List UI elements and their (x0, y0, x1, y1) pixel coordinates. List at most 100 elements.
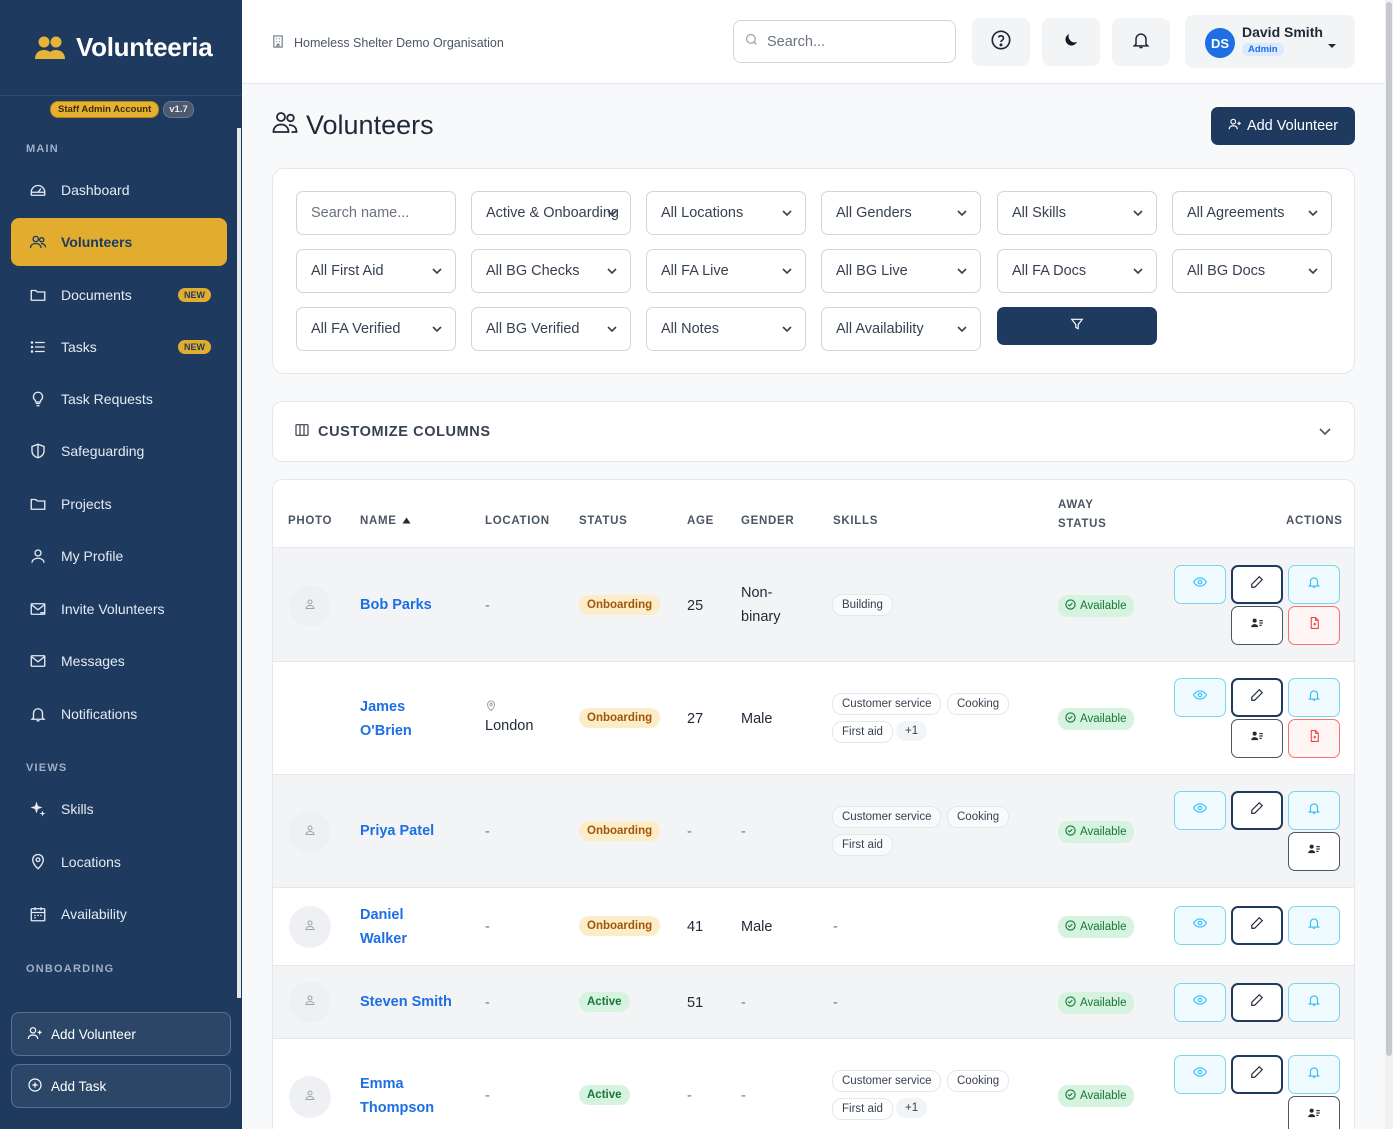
notify-button[interactable] (1288, 983, 1340, 1022)
edit-button[interactable] (1231, 1055, 1283, 1094)
sidebar-item-volunteers[interactable]: Volunteers (11, 218, 227, 266)
bell-icon (1307, 575, 1321, 594)
notifications-button[interactable] (1112, 18, 1170, 66)
user-icon (304, 918, 316, 936)
organisation-label: Homeless Shelter Demo Organisation (272, 35, 504, 51)
name-search-input[interactable]: Search name... (296, 191, 456, 235)
bg-verified-filter[interactable]: All BG Verified (471, 307, 631, 351)
documents-button[interactable] (1288, 606, 1340, 645)
list-icon (28, 337, 48, 357)
view-button[interactable] (1174, 565, 1226, 604)
bg-checks-filter[interactable]: All BG Checks (471, 249, 631, 293)
brand[interactable]: Volunteeria (0, 0, 242, 96)
header-name[interactable]: NAME (360, 515, 411, 527)
volunteer-name-link[interactable]: James O'Brien (360, 695, 412, 743)
sidebar-item-availability[interactable]: Availability (11, 890, 227, 938)
avatar-placeholder (289, 585, 331, 627)
sidebar-item-notifications[interactable]: Notifications (11, 690, 227, 738)
header-away-status: AWAY STATUS (1058, 496, 1107, 534)
view-button[interactable] (1174, 1055, 1226, 1094)
edit-button[interactable] (1231, 906, 1283, 945)
fa-verified-filter[interactable]: All FA Verified (296, 307, 456, 351)
check-circle-icon (1065, 712, 1076, 726)
dashboard-icon (28, 180, 48, 200)
nav-label: Locations (61, 854, 121, 870)
sidebar-add-volunteer-button[interactable]: Add Volunteer (11, 1012, 231, 1056)
volunteer-name-link[interactable]: Emma Thompson (360, 1072, 434, 1120)
sidebar-item-task-requests[interactable]: Task Requests (11, 375, 227, 423)
edit-button[interactable] (1231, 791, 1283, 830)
notes-filter[interactable]: All Notes (646, 307, 806, 351)
sidebar-item-my-profile[interactable]: My Profile (11, 532, 227, 580)
apply-filter-button[interactable] (997, 307, 1157, 345)
skills-cell: - (833, 995, 838, 1011)
notify-button[interactable] (1288, 906, 1340, 945)
more-skills-tag[interactable]: +1 (896, 1098, 928, 1118)
pencil-icon (1250, 1065, 1264, 1084)
add-volunteer-button[interactable]: Add Volunteer (1211, 107, 1355, 145)
customize-columns-toggle[interactable]: CUSTOMIZE COLUMNS (272, 401, 1355, 462)
edit-button[interactable] (1231, 983, 1283, 1022)
page-scrollbar-thumb[interactable] (1386, 2, 1392, 1056)
sidebar-item-tasks[interactable]: Tasks NEW (11, 323, 227, 371)
notify-button[interactable] (1288, 678, 1340, 717)
location-filter[interactable]: All Locations (646, 191, 806, 235)
user-menu[interactable]: DS David Smith Admin (1185, 15, 1355, 68)
edit-button[interactable] (1231, 678, 1283, 717)
dark-mode-toggle[interactable] (1042, 18, 1100, 66)
assign-button[interactable] (1288, 832, 1340, 871)
notify-button[interactable] (1288, 565, 1340, 604)
name-text: Steven Smith (360, 994, 452, 1010)
view-button[interactable] (1174, 983, 1226, 1022)
notify-button[interactable] (1288, 1055, 1340, 1094)
pencil-icon (1250, 916, 1264, 935)
agreements-filter[interactable]: All Agreements (1172, 191, 1332, 235)
sidebar-item-messages[interactable]: Messages (11, 637, 227, 685)
sidebar-item-skills[interactable]: Skills (11, 785, 227, 833)
view-button[interactable] (1174, 906, 1226, 945)
eye-icon (1192, 993, 1208, 1012)
fa-docs-filter[interactable]: All FA Docs (997, 249, 1157, 293)
view-button[interactable] (1174, 791, 1226, 830)
sidebar-add-task-button[interactable]: Add Task (11, 1064, 231, 1108)
sidebar-item-documents[interactable]: Documents NEW (11, 271, 227, 319)
volunteer-name-link[interactable]: Steven Smith (360, 990, 452, 1014)
assign-button[interactable] (1231, 719, 1283, 758)
documents-button[interactable] (1288, 719, 1340, 758)
skills-filter[interactable]: All Skills (997, 191, 1157, 235)
help-button[interactable] (972, 18, 1030, 66)
sidebar-item-projects[interactable]: Projects (11, 480, 227, 528)
away-status-badge: Available (1058, 821, 1135, 843)
view-button[interactable] (1174, 678, 1226, 717)
section-onboarding: ONBOARDING (26, 963, 115, 975)
volunteer-name-link[interactable]: Priya Patel (360, 819, 434, 843)
notify-button[interactable] (1288, 791, 1340, 830)
sidebar-item-dashboard[interactable]: Dashboard (11, 166, 227, 214)
fa-live-filter[interactable]: All FA Live (646, 249, 806, 293)
sidebar-item-invite-volunteers[interactable]: Invite Volunteers (11, 585, 227, 633)
global-search-input[interactable]: Search... (733, 20, 956, 63)
sidebar-scrollbar[interactable] (237, 128, 241, 998)
section-main: MAIN (26, 143, 59, 155)
assign-button[interactable] (1288, 1096, 1340, 1129)
name-text: Thompson (360, 1100, 435, 1116)
gender-filter[interactable]: All Genders (821, 191, 981, 235)
status-filter[interactable]: Active & Onboarding (471, 191, 631, 235)
sidebar: Volunteeria Staff Admin Account v1.7 MAI… (0, 0, 242, 1129)
columns-icon (294, 422, 310, 442)
volunteer-name-link[interactable]: Daniel Walker (360, 903, 407, 951)
more-skills-tag[interactable]: +1 (896, 721, 928, 741)
bg-live-filter[interactable]: All BG Live (821, 249, 981, 293)
edit-button[interactable] (1231, 565, 1283, 604)
filter-value: All BG Checks (486, 263, 580, 279)
bg-docs-filter[interactable]: All BG Docs (1172, 249, 1332, 293)
sidebar-item-safeguarding[interactable]: Safeguarding (11, 427, 227, 475)
table-row: Daniel Walker - Onboarding 41 Male - Avai… (273, 888, 1354, 966)
volunteer-name-link[interactable]: Bob Parks (360, 593, 432, 617)
assign-button[interactable] (1231, 606, 1283, 645)
avatar-placeholder (289, 1076, 331, 1118)
availability-filter[interactable]: All Availability (821, 307, 981, 351)
location-cell: London (485, 700, 533, 734)
first-aid-filter[interactable]: All First Aid (296, 249, 456, 293)
sidebar-item-locations[interactable]: Locations (11, 838, 227, 886)
